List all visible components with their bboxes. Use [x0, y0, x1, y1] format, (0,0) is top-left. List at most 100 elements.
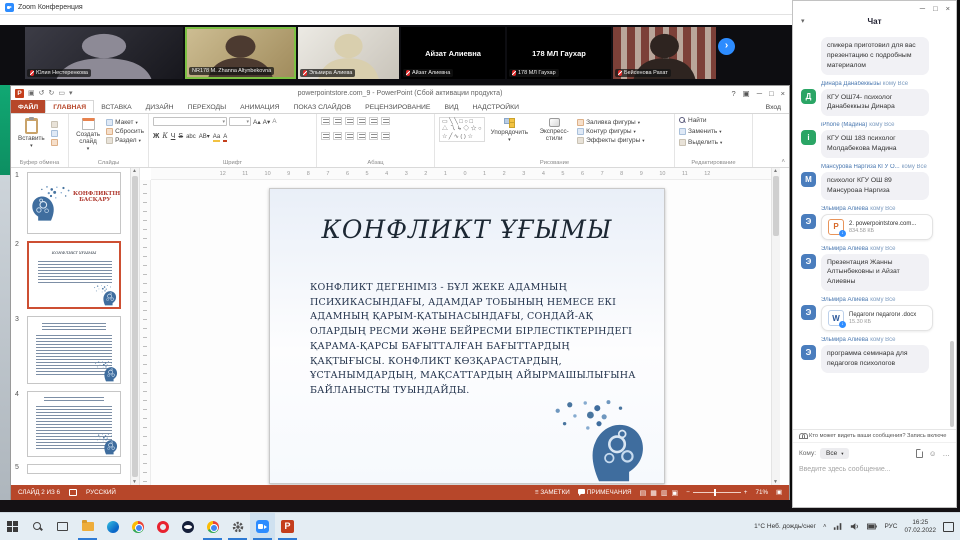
tab-review[interactable]: РЕЦЕНЗИРОВАНИЕ [358, 100, 437, 113]
emoji-icon[interactable]: ☺ [929, 449, 937, 458]
save-icon[interactable]: ▣ [28, 89, 35, 97]
align-center-icon[interactable] [333, 132, 342, 140]
tab-design[interactable]: ДИЗАЙН [139, 100, 181, 113]
italic-button[interactable]: К [162, 132, 167, 140]
weather-widget[interactable]: 1°C Неб. дождь/снег [754, 523, 816, 530]
justify-icon[interactable] [357, 132, 366, 140]
tab-addins[interactable]: НАДСТРОЙКИ [466, 100, 527, 113]
start-button[interactable] [0, 513, 25, 540]
comments-toggle[interactable]: ПРИМЕЧАНИЯ [577, 489, 632, 496]
qat-customize-icon[interactable]: ▾ [69, 89, 73, 97]
slide-body-text[interactable]: КОНФЛИКТ ДЕГЕНІМІЗ - БҰЛ ЖЕКЕ АДАМНЫҢ ПС… [310, 281, 640, 399]
chrome-window-button[interactable] [200, 513, 225, 540]
shrink-font-icon[interactable]: А▾ [263, 118, 271, 126]
slide-thumbnail-4[interactable] [27, 391, 121, 457]
browser-eye-button[interactable] [175, 513, 200, 540]
minimize-button[interactable]: ─ [757, 89, 762, 98]
ribbon-display-button[interactable]: ▣ [743, 89, 750, 98]
slide-thumbnail-3[interactable] [27, 316, 121, 384]
section-button[interactable]: Раздел ▾ [106, 137, 144, 144]
strikethrough-button[interactable]: S [178, 133, 183, 140]
file-explorer-button[interactable] [75, 513, 100, 540]
bullets-icon[interactable] [321, 117, 330, 125]
zoom-out-icon[interactable]: − [686, 489, 690, 496]
slide-scrollbar[interactable]: ▲ ▼ [771, 168, 780, 485]
hidden-icons-chevron[interactable]: ˄ [823, 524, 827, 530]
file-attachment[interactable]: W ↓ Педагоги педагоги .docx 15.30 КБ [821, 305, 933, 332]
collapse-ribbon-icon[interactable]: ˄ [781, 159, 785, 165]
powerpoint-app-button[interactable]: P [275, 513, 300, 540]
layout-button[interactable]: Макет ▾ [106, 119, 144, 126]
volume-icon[interactable] [850, 522, 860, 531]
smartart-icon[interactable] [381, 132, 390, 140]
find-button[interactable]: Найти [679, 117, 707, 124]
replace-button[interactable]: Заменить ▾ [679, 128, 721, 135]
reading-view-icon[interactable]: ▥ [661, 489, 668, 497]
maximize-button[interactable]: □ [769, 89, 774, 98]
text-direction-icon[interactable] [381, 117, 390, 125]
tab-transitions[interactable]: ПЕРЕХОДЫ [181, 100, 234, 113]
shapes-gallery[interactable]: ▭ ╲ ╲ □ ○ □ △ 乁 ↳ ◇ ☆ ○ ☆ ╱ ∿ ( ) ☆ [439, 117, 485, 143]
indent-increase-icon[interactable] [357, 117, 366, 125]
network-icon[interactable] [833, 522, 843, 531]
text-shadow-button[interactable]: abc [186, 134, 196, 140]
grow-font-icon[interactable]: А▴ [253, 118, 261, 126]
display-settings-icon[interactable] [69, 489, 78, 496]
recipient-dropdown[interactable]: Все ▾ [820, 448, 850, 459]
slide-title[interactable]: КОНФЛИКТ ҰҒЫМЫ [270, 215, 664, 244]
copy-icon[interactable] [50, 130, 58, 137]
close-button[interactable]: × [781, 89, 785, 98]
cut-icon[interactable] [50, 121, 58, 128]
normal-view-icon[interactable]: ▤ [640, 489, 647, 497]
tab-view[interactable]: ВИД [437, 100, 465, 113]
scroll-up-icon[interactable]: ▲ [132, 168, 137, 174]
quick-styles-button[interactable]: Экспресс-стили [534, 117, 574, 143]
redo-icon[interactable]: ↻ [49, 89, 55, 97]
slide-canvas[interactable]: КОНФЛИКТ ҰҒЫМЫ КОНФЛИКТ ДЕГЕНІМІЗ - БҰЛ … [269, 188, 665, 484]
tab-insert[interactable]: ВСТАВКА [94, 100, 138, 113]
slideshow-view-icon[interactable]: ▣ [671, 489, 678, 497]
slide-thumbnail-1[interactable]: КОНФЛИКТІНІ БАСҚАРУ [27, 172, 121, 234]
undo-icon[interactable]: ↺ [39, 89, 45, 97]
zoom-in-icon[interactable]: + [744, 489, 748, 496]
zoom-level[interactable]: 71% [755, 489, 768, 496]
slide-thumbnail-5[interactable] [27, 464, 121, 474]
columns-icon[interactable] [369, 132, 378, 140]
align-right-icon[interactable] [345, 132, 354, 140]
edge-button[interactable] [100, 513, 125, 540]
chat-maximize-button[interactable]: □ [933, 4, 938, 13]
underline-button[interactable]: Ч [171, 133, 176, 140]
slide-sorter-icon[interactable]: ▦ [650, 489, 657, 497]
settings-button[interactable] [225, 513, 250, 540]
reset-button[interactable]: Сбросить [106, 128, 144, 135]
zoom-slider[interactable]: − + [686, 489, 747, 496]
zoom-app-button[interactable] [250, 513, 275, 540]
taskbar-search-button[interactable] [25, 513, 50, 540]
align-left-icon[interactable] [321, 132, 330, 140]
tab-animations[interactable]: АНИМАЦИЯ [233, 100, 286, 113]
paste-button[interactable]: Вставить ▾ [15, 117, 48, 150]
shape-fill-button[interactable]: Заливка фигуры ▾ [577, 119, 644, 126]
language-indicator[interactable]: РУС [884, 523, 897, 530]
chat-input[interactable]: Введите здесь сообщение... [793, 459, 956, 480]
bold-button[interactable]: Ж [153, 133, 159, 140]
font-color-button[interactable]: А [223, 134, 228, 142]
battery-icon[interactable] [867, 522, 878, 531]
highlight-button[interactable]: Аа [212, 134, 221, 142]
help-button[interactable]: ? [731, 89, 735, 98]
line-spacing-icon[interactable] [369, 117, 378, 125]
chat-scrollbar[interactable] [950, 341, 954, 427]
language-status[interactable]: РУССКИЙ [86, 489, 116, 496]
select-button[interactable]: Выделить ▾ [679, 139, 722, 146]
task-view-button[interactable] [50, 513, 75, 540]
font-name-combo[interactable]: ▾ [153, 117, 227, 126]
clear-format-icon[interactable]: А [272, 118, 276, 125]
scroll-up-icon[interactable]: ▲ [773, 168, 778, 174]
slide-thumbnail-2-selected[interactable]: КОНФЛИКТ ҰҒЫМЫ [27, 241, 121, 309]
numbering-icon[interactable] [333, 117, 342, 125]
next-participants-button[interactable]: › [718, 38, 735, 55]
privacy-notice[interactable]: Кто может видеть ваши сообщения? Запись … [793, 430, 956, 443]
clock[interactable]: 16:25 07.02.2022 [904, 519, 936, 535]
slideshow-icon[interactable]: ▭ [58, 89, 65, 97]
more-options-icon[interactable]: … [943, 449, 951, 458]
